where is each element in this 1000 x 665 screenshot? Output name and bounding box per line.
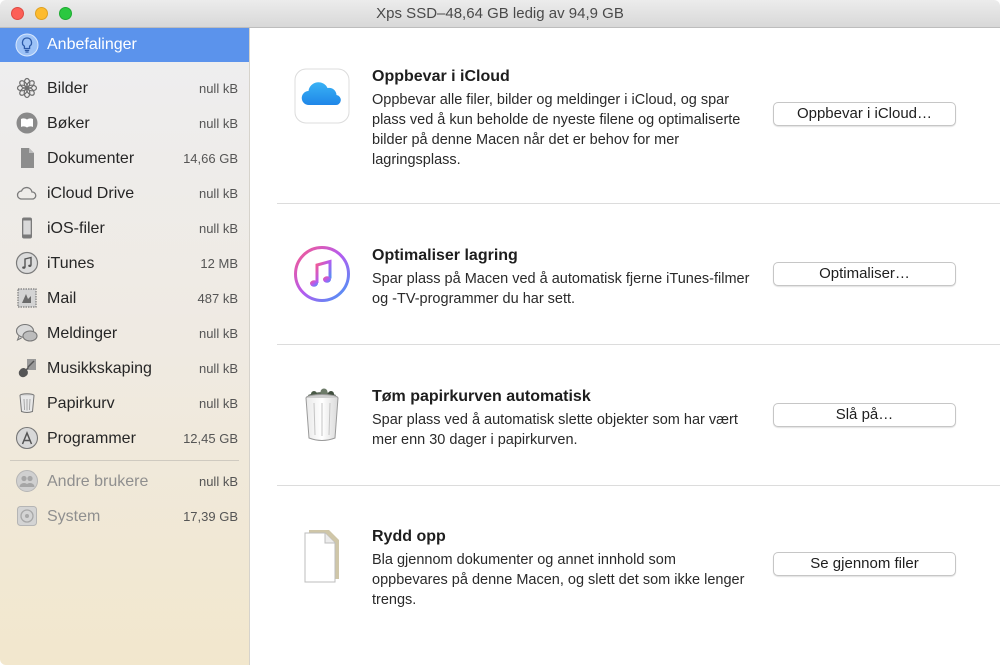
sidebar-item-books[interactable]: Bøker null kB xyxy=(0,106,249,141)
recommendation-description: Spar plass på Macen ved å automatisk fje… xyxy=(372,271,750,307)
turn-on-button[interactable]: Slå på… xyxy=(773,403,956,427)
recommendation-title: Oppbevar i iCloud xyxy=(372,68,510,85)
storage-management-window: Xps SSD–48,64 GB ledig av 94,9 GB Anbefa… xyxy=(0,0,1000,665)
sidebar-item-size: null kB xyxy=(198,326,238,341)
trash-icon xyxy=(15,391,39,415)
section-divider xyxy=(277,203,1000,204)
sidebar-item-label: Dokumenter xyxy=(47,150,135,167)
sidebar-item-size: 12 MB xyxy=(200,256,238,271)
sidebar-item-label: System xyxy=(47,508,101,525)
sidebar-item-label: Anbefalinger xyxy=(47,36,137,53)
cloud-icon xyxy=(15,181,39,205)
sidebar-item-label: Meldinger xyxy=(47,325,118,342)
sidebar-item-ios-files[interactable]: iOS-filer null kB xyxy=(0,211,249,246)
sidebar-item-size: null kB xyxy=(198,361,238,376)
itunes-icon xyxy=(294,246,350,302)
document-stack-icon xyxy=(294,527,350,583)
sidebar-divider xyxy=(10,460,239,461)
iphone-icon xyxy=(15,216,39,240)
sidebar-item-label: Programmer xyxy=(47,430,136,447)
sidebar-item-size: null kB xyxy=(198,116,238,131)
sidebar-item-documents[interactable]: Dokumenter 14,66 GB xyxy=(0,141,249,176)
sidebar-item-applications[interactable]: Programmer 12,45 GB xyxy=(0,421,249,456)
guitar-icon xyxy=(15,356,39,380)
recommendation-description: Bla gjennom dokumenter og annet innhold … xyxy=(372,552,745,608)
window-title: Xps SSD–48,64 GB ledig av 94,9 GB xyxy=(376,5,624,22)
zoom-window-button[interactable] xyxy=(59,7,72,20)
review-files-button[interactable]: Se gjennom filer xyxy=(773,552,956,576)
sidebar-item-label: Musikkskaping xyxy=(47,360,152,377)
sidebar-item-icloud-drive[interactable]: iCloud Drive null kB xyxy=(0,176,249,211)
sidebar-item-label: Papirkurv xyxy=(47,395,115,412)
photos-icon xyxy=(15,76,39,100)
sidebar-item-label: Bilder xyxy=(47,80,88,97)
sidebar-item-size: null kB xyxy=(198,474,238,489)
sidebar-item-mail[interactable]: Mail 487 kB xyxy=(0,281,249,316)
sidebar-item-label: iTunes xyxy=(47,255,95,272)
recommendation-title: Optimaliser lagring xyxy=(372,247,518,264)
sidebar-item-other-users[interactable]: Andre brukere null kB xyxy=(0,464,249,499)
sidebar-item-messages[interactable]: Meldinger null kB xyxy=(0,316,249,351)
document-icon xyxy=(15,146,39,170)
sidebar-item-label: Mail xyxy=(47,290,77,307)
sidebar-item-size: null kB xyxy=(198,396,238,411)
recommendation-description: Spar plass ved å automatisk slette objek… xyxy=(372,412,738,448)
optimize-button[interactable]: Optimaliser… xyxy=(773,262,956,286)
sidebar-item-label: Andre brukere xyxy=(47,473,149,490)
recommendation-title: Rydd opp xyxy=(372,528,446,545)
sidebar-item-size: null kB xyxy=(198,186,238,201)
sidebar-item-photos[interactable]: Bilder null kB xyxy=(0,71,249,106)
sidebar-item-music-creation[interactable]: Musikkskaping null kB xyxy=(0,351,249,386)
sidebar-item-label: iOS-filer xyxy=(47,220,105,237)
sidebar-item-itunes[interactable]: iTunes 12 MB xyxy=(0,246,249,281)
minimize-window-button[interactable] xyxy=(35,7,48,20)
sidebar-item-size: 487 kB xyxy=(197,291,238,306)
system-disk-icon xyxy=(15,504,39,528)
app-store-icon xyxy=(15,426,39,450)
chat-bubbles-icon xyxy=(15,321,39,345)
full-trash-icon xyxy=(294,387,350,443)
sidebar-item-system[interactable]: System 17,39 GB xyxy=(0,499,249,534)
recommendations-panel: Oppbevar i iCloud Oppbevar alle filer, b… xyxy=(250,28,1000,665)
music-note-icon xyxy=(15,251,39,275)
section-divider xyxy=(277,344,1000,345)
sidebar-item-size: 12,45 GB xyxy=(183,431,238,446)
recommendation-description: Oppbevar alle filer, bilder og meldinger… xyxy=(372,92,741,168)
sidebar-item-size: 17,39 GB xyxy=(183,509,238,524)
close-window-button[interactable] xyxy=(11,7,24,20)
icloud-icon xyxy=(294,68,350,124)
sidebar-item-trash[interactable]: Papirkurv null kB xyxy=(0,386,249,421)
books-icon xyxy=(15,111,39,135)
sidebar: Anbefalinger Bilder null kB Bøker null k… xyxy=(0,28,250,665)
sidebar-item-recommendations[interactable]: Anbefalinger xyxy=(0,28,249,62)
store-in-icloud-button[interactable]: Oppbevar i iCloud… xyxy=(773,102,956,126)
recommendation-title: Tøm papirkurven automatisk xyxy=(372,388,591,405)
sidebar-item-size: 14,66 GB xyxy=(183,151,238,166)
sidebar-item-size: null kB xyxy=(198,81,238,96)
lightbulb-icon xyxy=(15,33,39,57)
sidebar-item-size: null kB xyxy=(198,221,238,236)
mail-stamp-icon xyxy=(15,286,39,310)
sidebar-item-label: Bøker xyxy=(47,115,90,132)
section-divider xyxy=(277,485,1000,486)
users-icon xyxy=(15,469,39,493)
sidebar-item-label: iCloud Drive xyxy=(47,185,135,202)
title-bar[interactable]: Xps SSD–48,64 GB ledig av 94,9 GB xyxy=(0,0,1000,28)
